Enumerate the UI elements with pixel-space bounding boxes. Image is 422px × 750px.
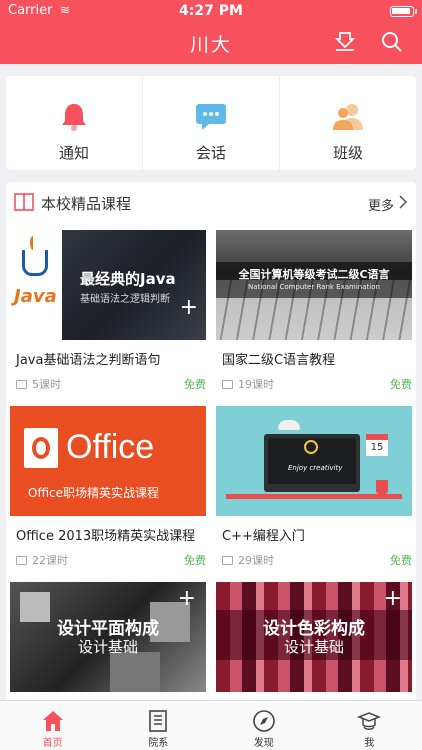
quick-nav-chat[interactable]: 会话: [143, 76, 280, 170]
course-lessons: 19课时: [222, 376, 274, 392]
quick-nav: 通知 会话 班级: [6, 76, 416, 170]
tab-departments[interactable]: 院系: [106, 701, 212, 750]
tab-me[interactable]: 我: [317, 701, 422, 750]
course-thumbnail: + 设计色彩构成 设计基础: [216, 582, 412, 692]
course-price: 免费: [390, 554, 412, 567]
course-card[interactable]: + 设计平面构成 设计基础: [10, 582, 206, 692]
java-logo: Java: [10, 230, 62, 340]
course-price: 免费: [184, 554, 206, 567]
course-thumbnail: Enjoy creativity 15: [216, 406, 412, 516]
course-thumbnail: + 设计平面构成 设计基础: [10, 582, 206, 692]
tab-label: 发现: [253, 738, 274, 749]
course-lessons: 22课时: [16, 552, 68, 568]
office-logo: [24, 428, 58, 468]
folder-icon: [222, 556, 233, 565]
battery-icon: [390, 6, 417, 17]
course-card[interactable]: Enjoy creativity 15 C++编程入门 29课时 免费: [216, 406, 412, 567]
chat-bubble-icon: [196, 104, 226, 130]
course-lessons: 29课时: [222, 552, 274, 568]
courses-title: 本校精品课程: [41, 195, 132, 213]
tab-discover[interactable]: 发现: [211, 701, 317, 750]
folder-icon: [222, 380, 233, 389]
course-card[interactable]: Office Office职场精英实战课程 Office 2013职场精英实战课…: [10, 406, 206, 567]
people-icon: [333, 104, 363, 130]
course-price: 免费: [390, 378, 412, 391]
quick-nav-class[interactable]: 班级: [280, 76, 416, 170]
graduation-cap-icon: [357, 712, 382, 730]
courses-header: 本校精品课程 更多: [6, 182, 416, 224]
book-open-icon: [14, 193, 34, 211]
course-price: 免费: [184, 378, 206, 391]
search-icon[interactable]: [380, 30, 404, 54]
more-link[interactable]: 更多: [368, 195, 394, 214]
course-thumbnail: Office Office职场精英实战课程: [10, 406, 206, 516]
status-bar: Carrier ≋ 4:27 PM: [0, 0, 422, 22]
tab-label: 首页: [42, 738, 63, 749]
download-icon[interactable]: [333, 30, 357, 54]
course-card[interactable]: + 设计色彩构成 设计基础: [216, 582, 412, 692]
book-icon: [149, 710, 168, 732]
course-lessons: 5课时: [16, 376, 61, 392]
course-title: Java基础语法之判断语句: [16, 353, 161, 368]
course-card[interactable]: 全国计算机等级考试二级C语言 National Computer Rank Ex…: [216, 230, 412, 391]
compass-icon: [252, 710, 275, 732]
quick-nav-label: 通知: [58, 144, 89, 162]
tab-label: 我: [364, 738, 375, 749]
folder-icon: [16, 556, 27, 565]
home-icon: [42, 711, 63, 731]
quick-nav-label: 班级: [332, 144, 363, 162]
course-title: Office 2013职场精英实战课程: [16, 529, 196, 544]
folder-icon: [16, 380, 27, 389]
quick-nav-label: 会话: [195, 144, 226, 162]
tab-home[interactable]: 首页: [0, 701, 106, 750]
course-title: C++编程入门: [222, 529, 305, 544]
tab-bar: 首页 院系 发现 我: [0, 700, 422, 750]
bell-icon: [62, 104, 86, 131]
quick-nav-notice[interactable]: 通知: [6, 76, 143, 170]
courses-panel: 本校精品课程 更多 Java 最经典的Java 基础语法之逻辑判断 + Java…: [6, 182, 416, 702]
course-thumbnail: Java 最经典的Java 基础语法之逻辑判断 +: [10, 230, 206, 340]
chevron-right-icon[interactable]: [398, 195, 408, 209]
course-title: 国家二级C语言教程: [222, 353, 336, 368]
page-title: 川大: [189, 34, 232, 56]
tab-label: 院系: [148, 738, 169, 749]
nav-header: Carrier ≋ 4:27 PM 川大: [0, 0, 422, 64]
course-card[interactable]: Java 最经典的Java 基础语法之逻辑判断 + Java基础语法之判断语句 …: [10, 230, 206, 391]
course-thumbnail: 全国计算机等级考试二级C语言 National Computer Rank Ex…: [216, 230, 412, 340]
clock: 4:27 PM: [179, 3, 243, 19]
